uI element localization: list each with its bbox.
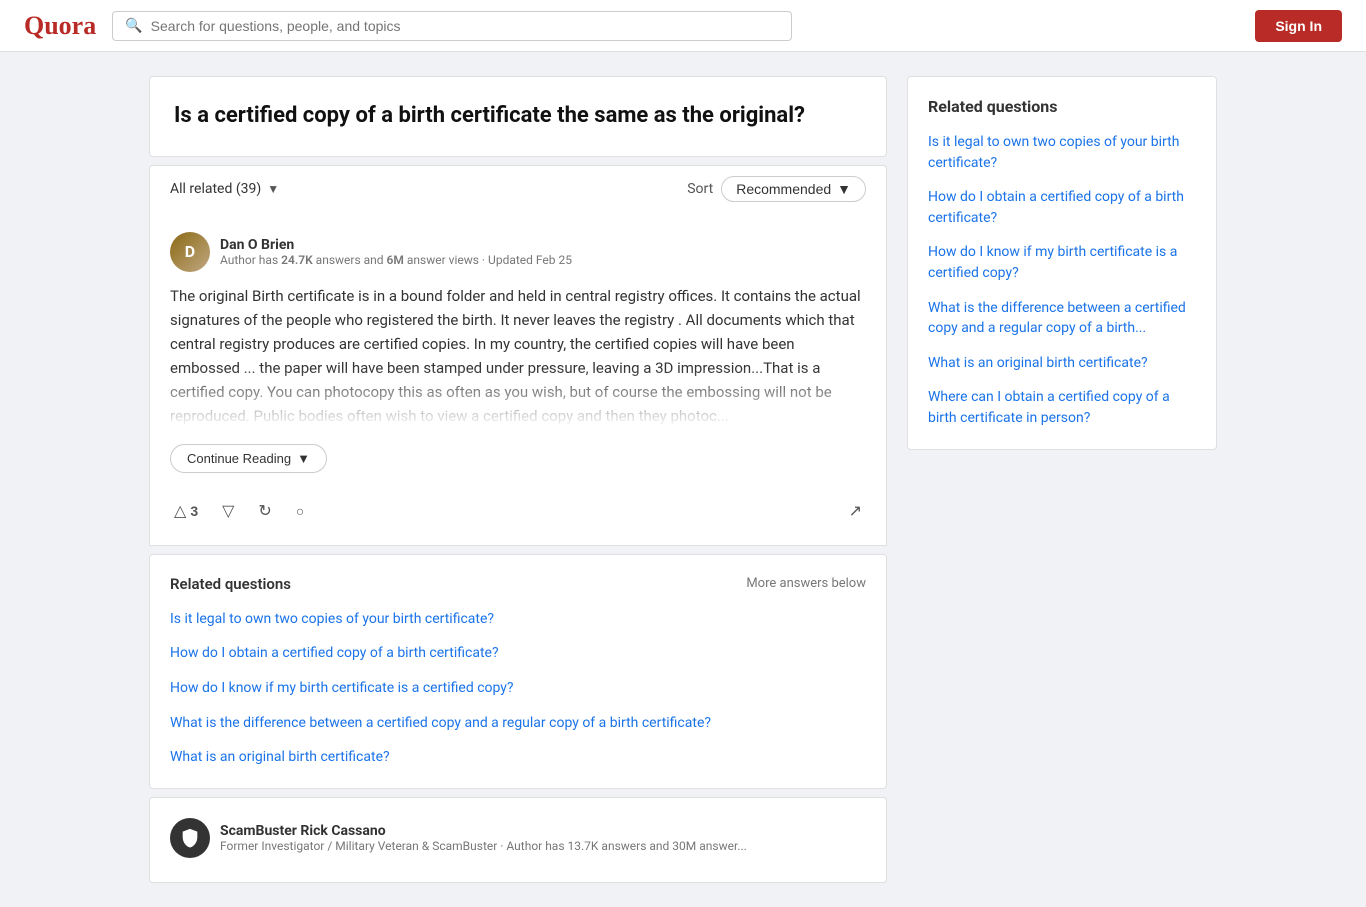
related-link-4[interactable]: What is the difference between a certifi… [170, 715, 711, 731]
downvote-button[interactable] [218, 497, 238, 525]
list-item: Is it legal to own two copies of your bi… [928, 132, 1196, 173]
continue-reading-label: Continue Reading [187, 451, 291, 466]
related-link-1[interactable]: Is it legal to own two copies of your bi… [170, 611, 494, 627]
sort-label: Sort [687, 181, 713, 197]
search-bar: 🔍 [112, 11, 792, 41]
second-avatar [170, 818, 210, 858]
related-link-2[interactable]: How do I obtain a certified copy of a bi… [170, 645, 499, 661]
second-author-name[interactable]: ScamBuster Rick Cassano [220, 823, 747, 839]
second-author-row: ScamBuster Rick Cassano Former Investiga… [170, 818, 866, 858]
related-link-5[interactable]: What is an original birth certificate? [170, 749, 390, 765]
chevron-down-icon: ▼ [267, 182, 279, 196]
question-card: Is a certified copy of a birth certifica… [149, 76, 887, 157]
header: Quora 🔍 Sign In [0, 0, 1366, 52]
list-item: How do I obtain a certified copy of a bi… [170, 643, 866, 664]
sidebar-link-5[interactable]: What is an original birth certificate? [928, 355, 1148, 371]
upvote-button[interactable]: 3 [170, 497, 202, 525]
list-item: What is the difference between a certifi… [170, 713, 866, 734]
author-row: D Dan O Brien Author has 24.7K answers a… [170, 232, 866, 272]
share-icon [849, 501, 862, 521]
search-input[interactable] [151, 18, 780, 34]
upvote-count: 3 [190, 503, 198, 519]
second-avatar-image [170, 818, 210, 858]
quora-logo[interactable]: Quora [24, 11, 96, 41]
list-item: Where can I obtain a certified copy of a… [928, 387, 1196, 428]
share-button[interactable] [845, 497, 866, 525]
related-header: Related questions More answers below [170, 575, 866, 593]
more-answers-below-label: More answers below [746, 576, 866, 591]
sort-dropdown[interactable]: Recommended ▼ [721, 176, 866, 202]
sidebar: Related questions Is it legal to own two… [907, 76, 1217, 883]
retry-icon [258, 501, 271, 521]
sort-chevron-icon: ▼ [837, 181, 851, 197]
comment-icon [296, 503, 304, 519]
sidebar-link-3[interactable]: How do I know if my birth certificate is… [928, 244, 1177, 281]
list-item: How do I know if my birth certificate is… [928, 242, 1196, 283]
answers-toolbar: All related (39) ▼ Sort Recommended ▼ [149, 165, 887, 212]
second-author-meta: Former Investigator / Military Veteran &… [220, 839, 747, 853]
list-item: What is an original birth certificate? [928, 353, 1196, 374]
retry-button[interactable] [254, 497, 275, 525]
related-list: Is it legal to own two copies of your bi… [170, 609, 866, 768]
list-item: How do I obtain a certified copy of a bi… [928, 187, 1196, 228]
author-info: Dan O Brien Author has 24.7K answers and… [220, 237, 572, 267]
all-related-label: All related (39) [170, 181, 261, 197]
related-questions-title: Related questions [170, 575, 291, 593]
comment-button[interactable] [292, 499, 308, 523]
answer-text-container: The original Birth certificate is in a b… [170, 284, 866, 428]
continue-reading-button[interactable]: Continue Reading ▼ [170, 444, 327, 473]
related-link-3[interactable]: How do I know if my birth certificate is… [170, 680, 514, 696]
sidebar-link-6[interactable]: Where can I obtain a certified copy of a… [928, 389, 1170, 426]
list-item: What is an original birth certificate? [170, 747, 866, 768]
sidebar-link-2[interactable]: How do I obtain a certified copy of a bi… [928, 189, 1184, 226]
list-item: Is it legal to own two copies of your bi… [170, 609, 866, 630]
author-name[interactable]: Dan O Brien [220, 237, 572, 253]
sidebar-link-1[interactable]: Is it legal to own two copies of your bi… [928, 134, 1179, 171]
page-layout: Is a certified copy of a birth certifica… [133, 76, 1233, 883]
sort-value: Recommended [736, 181, 831, 197]
second-author-info: ScamBuster Rick Cassano Former Investiga… [220, 823, 747, 853]
avatar-image: D [170, 232, 210, 272]
header-right: Sign In [1255, 10, 1342, 42]
list-item: What is the difference between a certifi… [928, 298, 1196, 339]
answer-card: D Dan O Brien Author has 24.7K answers a… [149, 212, 887, 546]
continue-chevron-icon: ▼ [297, 451, 310, 466]
sidebar-link-4[interactable]: What is the difference between a certifi… [928, 300, 1186, 337]
sidebar-list: Is it legal to own two copies of your bi… [928, 132, 1196, 429]
all-related-filter[interactable]: All related (39) ▼ [170, 181, 279, 197]
answer-text: The original Birth certificate is in a b… [170, 284, 866, 428]
main-content: Is a certified copy of a birth certifica… [149, 76, 887, 883]
avatar: D [170, 232, 210, 272]
answer-actions: 3 [170, 489, 866, 525]
list-item: How do I know if my birth certificate is… [170, 678, 866, 699]
upvote-icon [174, 501, 186, 521]
downvote-icon [222, 501, 234, 521]
sign-in-button[interactable]: Sign In [1255, 10, 1342, 42]
related-questions-inline: Related questions More answers below Is … [149, 554, 887, 789]
author-meta: Author has 24.7K answers and 6M answer v… [220, 253, 572, 267]
sidebar-card: Related questions Is it legal to own two… [907, 76, 1217, 450]
second-answer-card: ScamBuster Rick Cassano Former Investiga… [149, 797, 887, 883]
question-title: Is a certified copy of a birth certifica… [174, 101, 862, 132]
search-icon: 🔍 [125, 18, 142, 34]
sidebar-title: Related questions [928, 97, 1196, 116]
